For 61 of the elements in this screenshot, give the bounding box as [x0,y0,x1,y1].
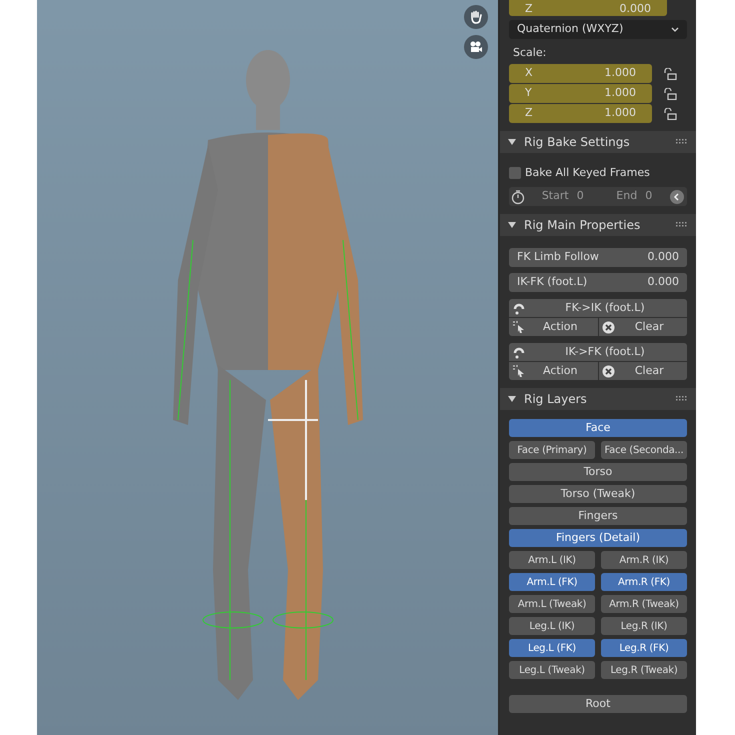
layer-toggle[interactable]: Arm.L (Tweak) [509,595,595,613]
checkbox-label: Bake All Keyed Frames [525,164,650,181]
layer-toggle[interactable]: Leg.R (FK) [601,639,687,657]
layer-toggle[interactable]: Arm.L (FK) [509,573,595,591]
layer-toggle[interactable]: Fingers [509,507,687,525]
snap-button[interactable]: IK->FK (foot.L) [509,343,687,361]
scale-field[interactable]: Z 1.000 [509,104,652,123]
camera-icon[interactable] [464,35,488,59]
layer-toggle[interactable]: Face (Seconda... [601,441,687,459]
rotation-mode-dropdown[interactable]: Quaternion (WXYZ) [509,20,687,39]
magnet-icon [512,345,526,359]
drag-handle-icon[interactable] [676,139,688,145]
dropdown-value: Quaternion (WXYZ) [517,21,624,38]
clear-icon [602,364,614,378]
layer-toggle[interactable]: Leg.L (IK) [509,617,595,635]
panel-header[interactable]: Rig Main Properties [500,214,696,236]
panel-header[interactable]: Rig Layers [500,388,696,410]
clear-button[interactable]: Clear [598,362,687,380]
layer-toggle[interactable]: Root [509,695,687,713]
cursor-icon [512,364,526,378]
rotation-field[interactable]: Z 0.000 [509,0,667,16]
hand-tool-icon[interactable] [464,5,488,29]
layer-toggle[interactable]: Leg.L (Tweak) [509,661,595,679]
chevron-down-icon [671,26,679,32]
start-frame-field[interactable]: Start 0 [527,188,598,205]
snap-button[interactable]: FK->IK (foot.L) [509,299,687,317]
drag-handle-icon[interactable] [676,396,688,402]
clear-icon [602,320,614,334]
cursor-icon [512,320,526,334]
layer-toggle[interactable]: Leg.R (IK) [601,617,687,635]
layer-toggle[interactable]: Arm.R (IK) [601,551,687,569]
scale-field[interactable]: Y 1.000 [509,84,652,103]
scale-field[interactable]: X 1.000 [509,64,652,83]
action-button[interactable]: Action [509,362,598,380]
panel-title: Rig Bake Settings [524,134,631,151]
checkbox[interactable] [509,167,521,179]
number-field[interactable]: FK Limb Follow 0.000 [509,248,687,267]
stopwatch-icon[interactable] [509,188,527,204]
layer-toggle[interactable]: Torso (Tweak) [509,485,687,503]
scale-label: Scale: [512,45,548,61]
layer-toggle[interactable]: Fingers (Detail) [509,529,687,547]
drag-handle-icon[interactable] [676,222,688,228]
unlock-icon[interactable] [664,88,678,100]
unlock-icon[interactable] [664,108,678,120]
action-button[interactable]: Action [509,318,598,336]
layer-toggle[interactable]: Arm.R (FK) [601,573,687,591]
layer-toggle[interactable]: Arm.R (Tweak) [601,595,687,613]
layer-toggle[interactable]: Torso [509,463,687,481]
layer-toggle[interactable]: Face (Primary) [509,441,595,459]
end-frame-field[interactable]: End 0 [598,188,670,205]
magnet-icon [512,301,526,315]
clear-button[interactable]: Clear [598,318,687,336]
layer-toggle[interactable]: Arm.L (IK) [509,551,595,569]
unlock-icon[interactable] [664,68,678,80]
layer-toggle[interactable]: Face [509,419,687,437]
number-field[interactable]: IK-FK (foot.L) 0.000 [509,273,687,292]
layer-toggle[interactable]: Leg.L (FK) [509,639,595,657]
panel-title: Rig Layers [524,391,588,408]
panel-title: Rig Main Properties [524,217,642,234]
layer-toggle[interactable]: Leg.R (Tweak) [601,661,687,679]
panel-header[interactable]: Rig Bake Settings [500,131,696,153]
